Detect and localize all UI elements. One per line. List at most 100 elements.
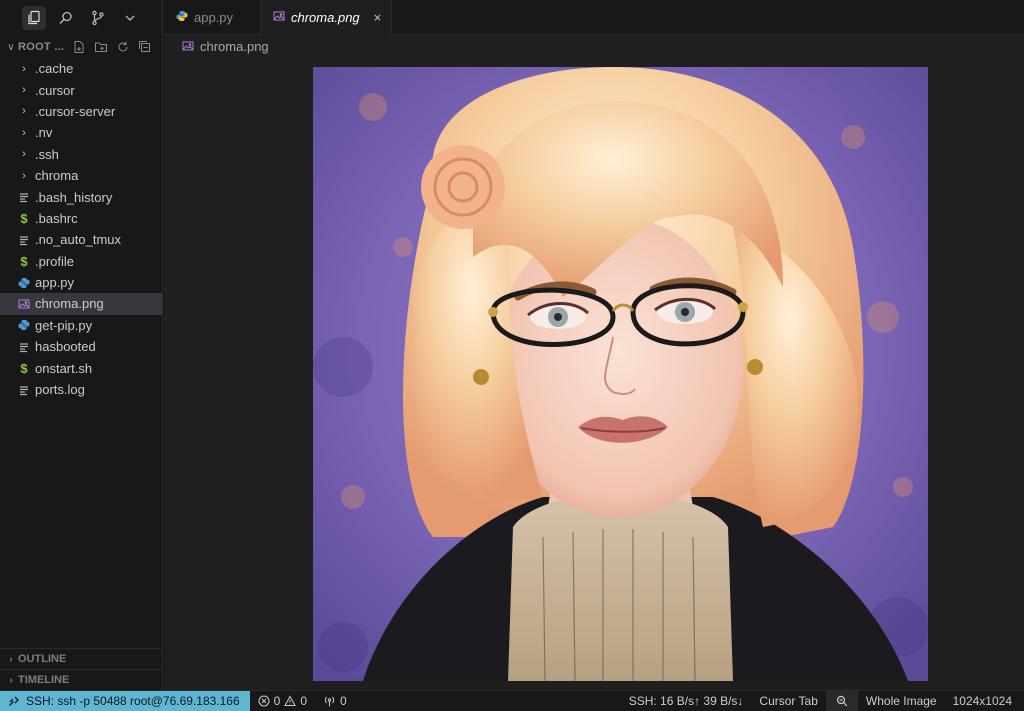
folder-item[interactable]: › .nv — [0, 122, 162, 143]
remote-indicator[interactable]: SSH: ssh -p 50488 root@76.69.183.166 — [0, 690, 250, 711]
source-control-icon — [92, 10, 104, 26]
timeline-section[interactable]: › TIMELINE — [0, 669, 163, 690]
zoom-icon — [836, 695, 848, 707]
file-item[interactable]: .bash_history — [0, 186, 162, 207]
zoom-button[interactable] — [825, 690, 858, 711]
tab-label: chroma.png — [291, 9, 360, 25]
chevron-right-icon: › — [22, 169, 26, 182]
remote-label: SSH: ssh -p 50488 root@76.69.183.166 — [26, 694, 240, 708]
tree-item-label: .no_auto_tmux — [35, 232, 122, 248]
folder-item[interactable]: › .cursor — [0, 79, 162, 100]
shell-script-icon: $ — [20, 210, 28, 226]
warning-icon — [284, 695, 297, 706]
chevron-down-icon: ∨ — [7, 41, 15, 53]
file-tree: › .cache › .cursor › .cursor-server › .nv › .ssh ›… — [0, 58, 162, 400]
file-item[interactable]: ports.log — [0, 379, 162, 400]
tab-bar: app.py chroma.png × — [164, 0, 1024, 35]
outline-section[interactable]: › OUTLINE — [0, 648, 163, 669]
python-icon — [16, 277, 32, 289]
text-file-icon — [16, 234, 32, 246]
chevron-right-icon: › — [22, 126, 26, 139]
text-file-icon — [16, 384, 32, 396]
shell-script-icon: $ — [20, 253, 28, 269]
new-folder-icon[interactable] — [94, 40, 108, 54]
chevron-right-icon: › — [22, 62, 26, 75]
folder-item[interactable]: › .cursor-server — [0, 101, 162, 122]
file-item[interactable]: get-pip.py — [0, 315, 162, 336]
ports-indicator[interactable]: 0 — [315, 691, 355, 711]
search-button[interactable] — [54, 6, 78, 30]
tab-app-py[interactable]: app.py — [164, 0, 261, 35]
cursor-tab-label: Cursor Tab — [759, 694, 818, 708]
tree-item-label: .bashrc — [35, 210, 78, 226]
broadcast-icon — [324, 696, 335, 707]
chevron-right-icon: › — [22, 84, 26, 97]
tree-item-label: .bash_history — [35, 189, 113, 205]
warning-count: 0 — [300, 694, 308, 708]
tab-label: app.py — [194, 10, 234, 25]
chevron-right-icon: › — [9, 653, 13, 665]
cursor-tab-button[interactable]: Cursor Tab — [751, 691, 825, 711]
python-icon — [16, 319, 32, 331]
tree-item-label: .cursor-server — [35, 103, 116, 119]
portrait-illustration — [313, 67, 928, 681]
tree-item-label: .cursor — [35, 82, 75, 98]
file-item[interactable]: app.py — [0, 272, 162, 293]
tab-chroma-png[interactable]: chroma.png × — [261, 0, 392, 35]
tree-item-label: .profile — [35, 253, 75, 269]
activity-bar — [0, 0, 162, 36]
image-icon — [182, 41, 194, 51]
file-item[interactable]: $ .profile — [0, 251, 162, 272]
timeline-label: TIMELINE — [18, 674, 70, 686]
problems-indicator[interactable]: 0 0 — [250, 691, 315, 711]
text-file-icon — [16, 191, 32, 203]
shell-script-icon: $ — [20, 360, 28, 376]
file-item[interactable]: $ onstart.sh — [0, 357, 162, 378]
image-size: 1024x1024 — [945, 691, 1024, 711]
breadcrumb: chroma.png — [164, 35, 1024, 57]
file-item[interactable]: hasbooted — [0, 336, 162, 357]
image-icon — [273, 11, 285, 20]
refresh-icon[interactable] — [116, 40, 130, 54]
text-file-icon — [16, 341, 32, 353]
ssh-traffic[interactable]: SSH: 16 B/s↑ 39 B/s↓ — [621, 691, 752, 711]
error-icon — [258, 695, 270, 707]
explorer-button[interactable] — [22, 6, 46, 30]
folder-item[interactable]: › chroma — [0, 165, 162, 186]
tree-item-label: .nv — [35, 125, 53, 141]
chevron-right-icon: › — [22, 148, 26, 161]
breadcrumb-label[interactable]: chroma.png — [200, 39, 269, 54]
chevron-right-icon: › — [22, 105, 26, 118]
file-item[interactable]: chroma.png — [0, 293, 162, 315]
tree-item-label: chroma.png — [35, 296, 104, 312]
folder-item[interactable]: › .ssh — [0, 144, 162, 165]
image-preview[interactable] — [313, 67, 928, 681]
zoom-level-label: Whole Image — [865, 694, 937, 708]
file-item[interactable]: $ .bashrc — [0, 208, 162, 229]
image-icon — [16, 298, 32, 310]
sidebar: ∨ ROOT ... › .cache › .cursor › .cursor-serve… — [0, 0, 163, 690]
tree-item-label: app.py — [35, 275, 75, 291]
chevron-down-icon — [125, 15, 135, 21]
more-views-button[interactable] — [118, 6, 142, 30]
folder-item[interactable]: › .cache — [0, 58, 162, 79]
tree-item-label: get-pip.py — [35, 317, 93, 333]
ssh-traffic-label: SSH: 16 B/s↑ 39 B/s↓ — [628, 694, 744, 708]
remote-icon — [9, 696, 19, 706]
search-icon — [59, 11, 72, 24]
explorer-title: ROOT ... — [18, 41, 65, 53]
source-control-button[interactable] — [86, 6, 110, 30]
tree-item-label: ports.log — [35, 382, 85, 398]
tree-item-label: hasbooted — [35, 339, 96, 355]
chevron-right-icon: › — [9, 674, 13, 686]
zoom-level[interactable]: Whole Image — [858, 691, 945, 711]
close-icon[interactable]: × — [374, 10, 382, 25]
file-item[interactable]: .no_auto_tmux — [0, 229, 162, 250]
tree-item-label: chroma — [35, 168, 79, 184]
explorer-header[interactable]: ∨ ROOT ... — [0, 36, 162, 58]
tree-item-label: onstart.sh — [35, 360, 93, 376]
status-bar: SSH: ssh -p 50488 root@76.69.183.166 0 0… — [0, 690, 1024, 711]
collapse-all-icon[interactable] — [138, 40, 152, 54]
tree-item-label: .ssh — [35, 146, 59, 162]
new-file-icon[interactable] — [72, 40, 86, 54]
